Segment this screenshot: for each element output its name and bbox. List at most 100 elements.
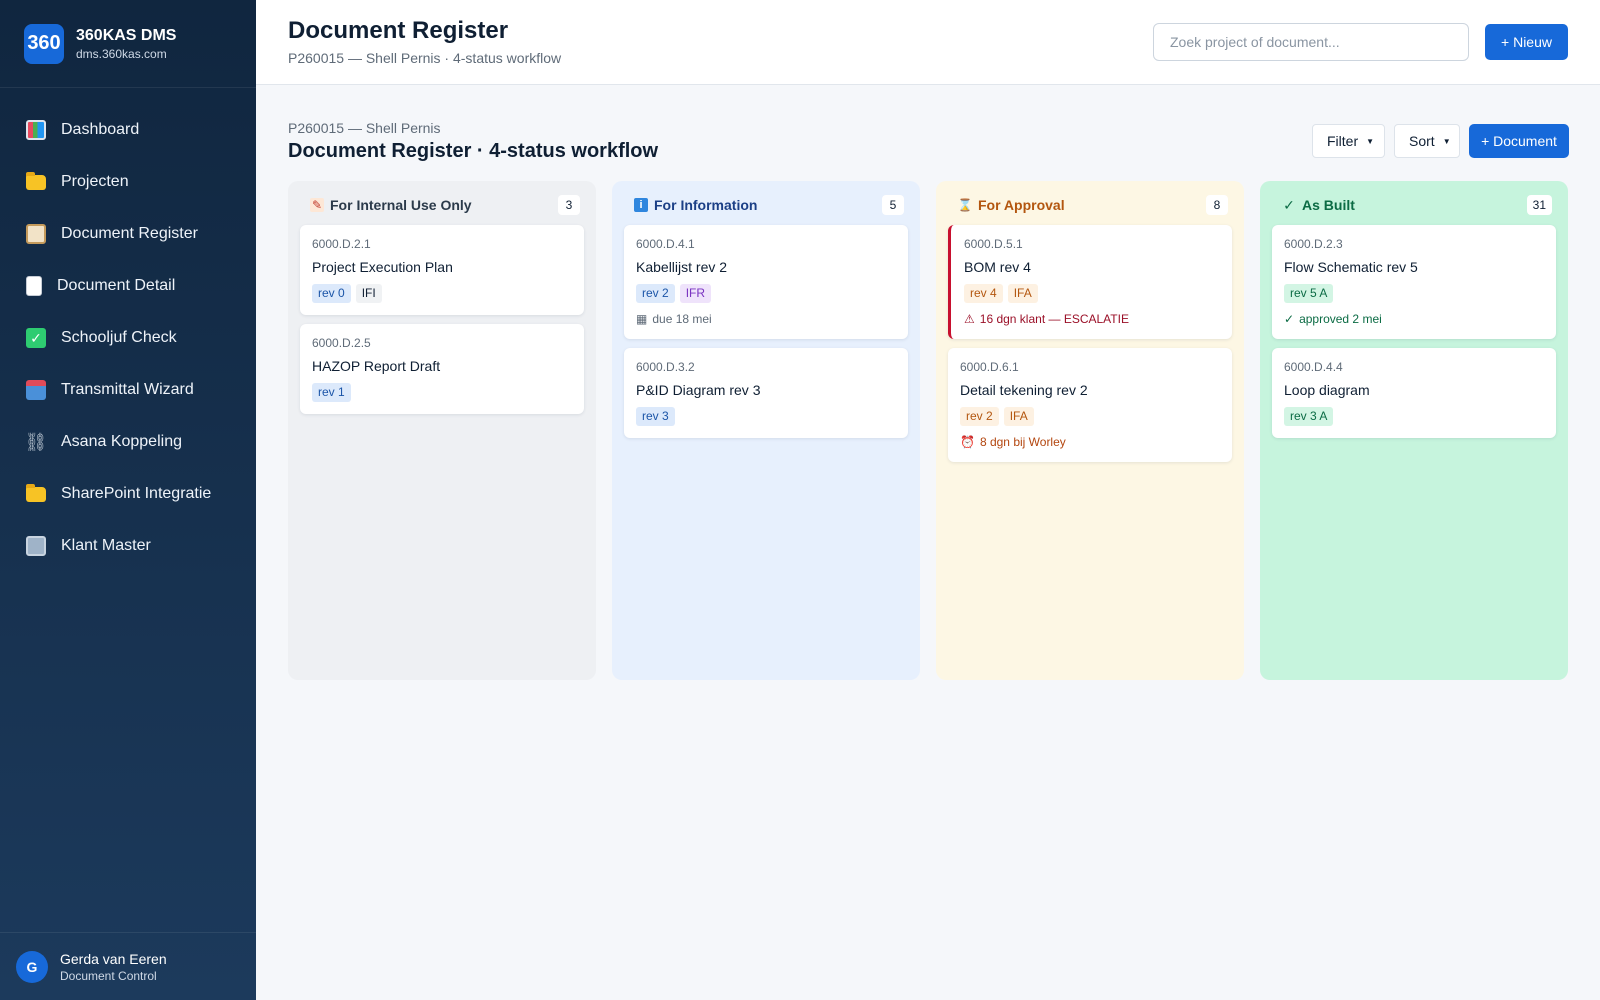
user-profile[interactable]: G Gerda van Eeren Document Control bbox=[0, 932, 256, 1000]
revision-tag: rev 3 bbox=[636, 407, 675, 426]
document-title: HAZOP Report Draft bbox=[312, 358, 441, 374]
building-icon bbox=[26, 536, 46, 556]
new-button[interactable]: + Nieuw bbox=[1485, 24, 1568, 60]
avatar: G bbox=[16, 950, 48, 983]
sidebar-item-klant-master[interactable]: Klant Master bbox=[0, 520, 256, 572]
sidebar-item-asana-koppeling[interactable]: ⛓ Asana Koppeling bbox=[0, 416, 256, 468]
breadcrumb: P260015 — Shell Pernis bbox=[288, 120, 441, 136]
document-code: 6000.D.4.4 bbox=[1284, 360, 1343, 374]
column-header: ⌛ For Approval 8 bbox=[958, 195, 1228, 215]
column-as-built: ✓ As Built 31 6000.D.2.3 Flow Schematic … bbox=[1260, 181, 1568, 680]
document-title: Flow Schematic rev 5 bbox=[1284, 259, 1418, 275]
sort-button[interactable]: Sort ▼ bbox=[1394, 124, 1460, 158]
document-card[interactable]: 6000.D.4.1 Kabellijst rev 2 rev 2 IFR ▦ … bbox=[624, 225, 908, 339]
document-card[interactable]: 6000.D.2.3 Flow Schematic rev 5 rev 5 A … bbox=[1272, 225, 1556, 339]
check-icon: ✓ bbox=[1284, 312, 1295, 326]
waiting-time-text: 8 dgn bij Worley bbox=[979, 435, 1066, 449]
sidebar-item-sharepoint-integratie[interactable]: SharePoint Integratie bbox=[0, 468, 256, 520]
sidebar: 360 360KAS DMS dms.360kas.com Dashboard … bbox=[0, 0, 256, 1000]
filter-button-label: Filter bbox=[1327, 133, 1359, 149]
inbox-icon bbox=[26, 380, 46, 400]
warning-icon: ⚠ bbox=[964, 312, 975, 326]
document-code: 6000.D.6.1 bbox=[960, 360, 1019, 374]
document-card[interactable]: 6000.D.2.5 HAZOP Report Draft rev 1 bbox=[300, 324, 584, 414]
link-icon: ⛓ bbox=[24, 431, 48, 452]
document-code: 6000.D.4.1 bbox=[636, 237, 695, 251]
document-title: Detail tekening rev 2 bbox=[960, 382, 1088, 398]
revision-tag: rev 4 bbox=[964, 284, 1003, 303]
brand-logo: 360 bbox=[24, 23, 64, 64]
revision-tag: rev 1 bbox=[312, 383, 351, 402]
sidebar-item-label: Projecten bbox=[61, 173, 129, 190]
document-code: 6000.D.5.1 bbox=[964, 237, 1023, 251]
filter-button[interactable]: Filter ▼ bbox=[1312, 124, 1385, 158]
sidebar-item-dashboard[interactable]: Dashboard bbox=[0, 104, 256, 156]
page-title: Document Register bbox=[288, 17, 509, 44]
approval-text: approved 2 mei bbox=[1299, 312, 1382, 326]
sidebar-item-transmittal-wizard[interactable]: Transmittal Wizard bbox=[0, 364, 256, 416]
column-count-badge: 3 bbox=[558, 195, 580, 215]
column-header: ✎ For Internal Use Only 3 bbox=[310, 195, 580, 215]
status-tag: IFI bbox=[355, 284, 382, 303]
add-document-button[interactable]: + Document bbox=[1469, 124, 1569, 158]
approval-status: ✓ approved 2 mei bbox=[1284, 312, 1544, 327]
brand-url: dms.360kas.com bbox=[76, 46, 167, 61]
caret-down-icon: ▼ bbox=[1366, 136, 1375, 146]
document-card[interactable]: 6000.D.4.4 Loop diagram rev 3 A bbox=[1272, 348, 1556, 438]
sidebar-item-schooljuf-check[interactable]: ✓ Schooljuf Check bbox=[0, 312, 256, 364]
column-for-information: i For Information 5 6000.D.4.1 Kabellijs… bbox=[612, 181, 920, 680]
column-title: As Built bbox=[1302, 197, 1355, 213]
sidebar-item-label: SharePoint Integratie bbox=[61, 485, 212, 502]
document-code: 6000.D.2.3 bbox=[1284, 237, 1343, 251]
sidebar-item-label: Asana Koppeling bbox=[61, 433, 182, 450]
tag-list: rev 5 A bbox=[1284, 284, 1544, 303]
document-code: 6000.D.2.5 bbox=[312, 336, 371, 350]
sidebar-item-document-register[interactable]: Document Register bbox=[0, 208, 256, 260]
document-code: 6000.D.3.2 bbox=[636, 360, 695, 374]
info-icon: i bbox=[634, 198, 648, 212]
user-name: Gerda van Eeren bbox=[60, 950, 167, 967]
tag-list: rev 3 A bbox=[1284, 407, 1544, 426]
tag-list: rev 3 bbox=[636, 407, 896, 426]
sidebar-item-label: Document Detail bbox=[57, 277, 176, 294]
column-title: For Information bbox=[654, 197, 758, 213]
search-input[interactable] bbox=[1153, 23, 1469, 61]
hourglass-icon: ⌛ bbox=[957, 198, 973, 212]
column-count-badge: 8 bbox=[1206, 195, 1228, 215]
document-card[interactable]: 6000.D.5.1 BOM rev 4 rev 4 IFA ⚠ 16 dgn … bbox=[948, 225, 1232, 339]
page-icon bbox=[26, 276, 42, 296]
sidebar-item-label: Dashboard bbox=[61, 121, 140, 138]
document-card[interactable]: 6000.D.6.1 Detail tekening rev 2 rev 2 I… bbox=[948, 348, 1232, 462]
due-date: ▦ due 18 mei bbox=[636, 312, 896, 327]
sidebar-nav: Dashboard Projecten Document Register Do… bbox=[0, 88, 256, 572]
column-for-internal-use-only: ✎ For Internal Use Only 3 6000.D.2.1 Pro… bbox=[288, 181, 596, 680]
section-title: Document Register · 4-status workflow bbox=[288, 140, 659, 162]
escalation-warning: ⚠ 16 dgn klant — ESCALATIE bbox=[964, 312, 1220, 327]
tag-list: rev 2 IFA bbox=[960, 407, 1220, 426]
column-header: i For Information 5 bbox=[634, 195, 904, 215]
document-card[interactable]: 6000.D.3.2 P&ID Diagram rev 3 rev 3 bbox=[624, 348, 908, 438]
bar-chart-icon bbox=[26, 120, 46, 140]
status-tag: IFA bbox=[1003, 407, 1034, 426]
checkmark-icon: ✓ bbox=[1283, 196, 1295, 213]
column-header: ✓ As Built 31 bbox=[1282, 195, 1552, 215]
document-title: BOM rev 4 bbox=[964, 259, 1031, 275]
status-tag: IFR bbox=[679, 284, 712, 303]
sidebar-item-projecten[interactable]: Projecten bbox=[0, 156, 256, 208]
tag-list: rev 4 IFA bbox=[964, 284, 1220, 303]
revision-tag: rev 2 bbox=[960, 407, 999, 426]
alarm-clock-icon: ⏰ bbox=[960, 435, 975, 449]
due-date-text: due 18 mei bbox=[652, 312, 712, 326]
top-bar: Document Register P260015 — Shell Pernis… bbox=[256, 0, 1600, 85]
column-title: For Approval bbox=[978, 197, 1065, 213]
clipboard-icon bbox=[26, 224, 46, 244]
page-subtitle: P260015 — Shell Pernis · 4-status workfl… bbox=[288, 50, 562, 66]
tag-list: rev 1 bbox=[312, 383, 572, 402]
sidebar-item-label: Document Register bbox=[61, 225, 198, 242]
user-role: Document Control bbox=[60, 968, 157, 983]
brand[interactable]: 360 360KAS DMS dms.360kas.com bbox=[0, 0, 256, 88]
column-title: For Internal Use Only bbox=[330, 197, 472, 213]
sidebar-item-document-detail[interactable]: Document Detail bbox=[0, 260, 256, 312]
brand-name: 360KAS DMS bbox=[76, 26, 177, 44]
document-card[interactable]: 6000.D.2.1 Project Execution Plan rev 0 … bbox=[300, 225, 584, 315]
